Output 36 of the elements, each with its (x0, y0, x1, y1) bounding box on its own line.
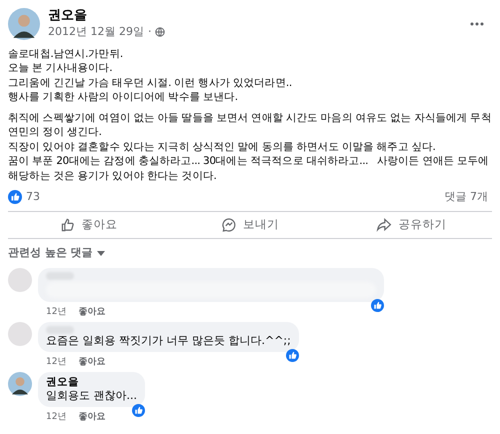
avatar-icon (8, 8, 40, 40)
chat-bubble-icon (220, 217, 237, 233)
post-text: 꿈이 부푼 20대에는 감정에 충실하라고... 30대에는 적극적으로 대쉬하라고... 사랑이든 연애든 모두에 해당하는 것은 용기가 있어야 한다는 것이다. (8, 154, 490, 183)
comment-like-link[interactable]: 좋아요 (78, 410, 106, 422)
like-icon (286, 348, 299, 362)
like-icon (371, 298, 384, 312)
action-button[interactable]: 좋아요 (8, 212, 170, 238)
comment-time[interactable]: 12년 (46, 356, 66, 368)
post-date[interactable]: 2012년 12월 29일 (48, 24, 144, 40)
comment-like-link[interactable]: 좋아요 (78, 306, 106, 318)
comment-text: 요즘은 일회용 짝짓기가 너무 많은듯 합니다.^^;; (46, 334, 291, 348)
comment-time[interactable]: 12년 (46, 306, 66, 318)
post-text: 행사를 기획한 사람의 아이디어에 박수를 보낸다. (8, 90, 239, 104)
post-text: 그리움에 긴긴날 가슴 태우던 시절. 이런 행사가 있었더라면.. (8, 76, 293, 90)
globe-icon (155, 27, 166, 38)
caret-icon (96, 250, 105, 256)
like-icon (8, 190, 22, 204)
post-text: 솔로대첩.남연시.가만뒤. (8, 46, 124, 61)
action-button[interactable]: 보내기 (169, 212, 331, 238)
comment-author[interactable]: 권오을 (46, 376, 137, 388)
comment-count[interactable]: 댓글 7개 (444, 188, 488, 206)
separator-dot: · (148, 24, 152, 40)
post-text: 직장이 있어야 결혼할수 있다는 지극히 상식적인 말에 동의를 하면서도 이말을 해주고 싶다. (8, 140, 436, 154)
comment-text: 일회용도 괜찮아... (46, 388, 137, 402)
comment-time[interactable]: 12년 (46, 410, 66, 422)
post-text: 취직에 스펙쌓기에 여염이 없는 아들 딸들을 보면서 연애할 시간도 마음의 여유도 없는 자식들에게 무척 연민의 정이 생긴다. (8, 110, 492, 140)
comment-sort-dropdown[interactable]: 관련성 높은 댓글 (8, 245, 105, 262)
author-name[interactable]: 권오을 (48, 8, 462, 24)
action-button[interactable]: 공유하기 (330, 212, 492, 238)
thumbs-up-icon (60, 217, 76, 233)
share-arrow-icon (376, 217, 392, 233)
comment-like-link[interactable]: 좋아요 (78, 356, 106, 368)
reaction-count[interactable]: 73 (26, 188, 40, 206)
like-icon (132, 404, 145, 416)
more-options-icon[interactable] (470, 22, 484, 26)
post-text: 오늘 본 기사내용이다. (8, 61, 114, 76)
